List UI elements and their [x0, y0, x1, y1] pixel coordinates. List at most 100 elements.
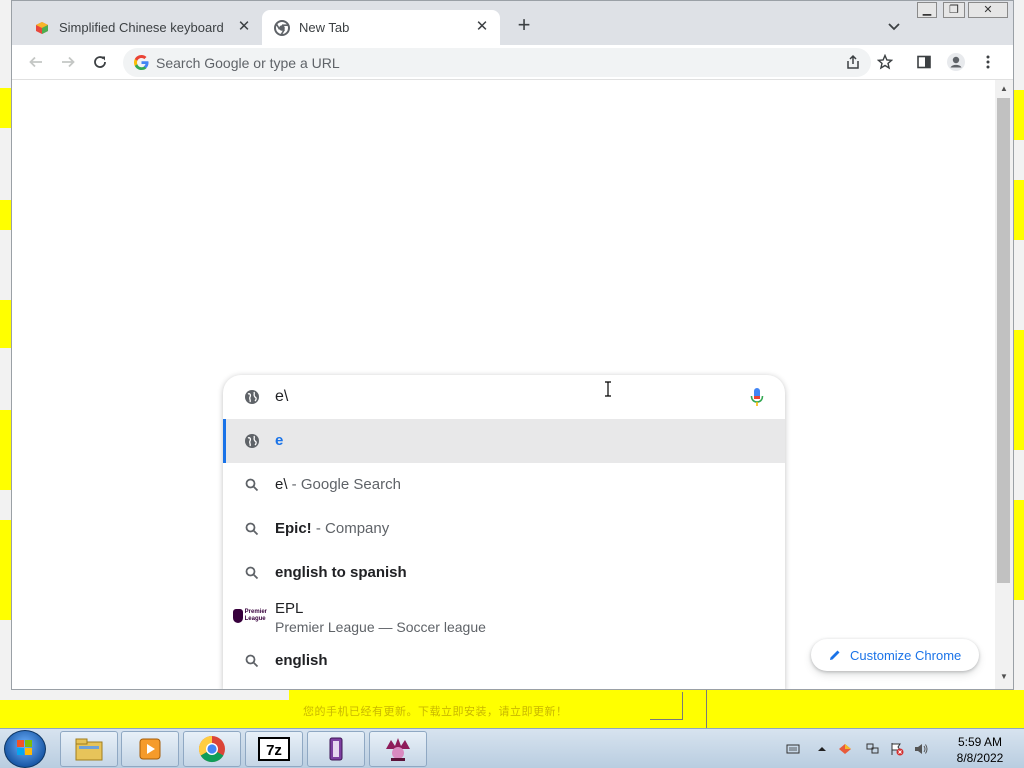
start-button[interactable]	[4, 730, 46, 768]
scroll-up-arrow-icon[interactable]: ▲	[999, 84, 1009, 94]
suggestion-match: english to spanish	[275, 564, 407, 581]
desktop-artifact	[0, 410, 11, 490]
suggestion-row[interactable]: english to spanish	[223, 551, 785, 595]
desktop-artifact	[0, 520, 11, 620]
pencil-icon	[830, 650, 840, 660]
side-panel-icon	[917, 55, 931, 69]
suggestion-text: english	[275, 652, 328, 669]
address-bar-placeholder: Search Google or type a URL	[156, 55, 340, 71]
action-center-warning-icon[interactable]	[890, 742, 904, 756]
side-panel-button[interactable]	[912, 50, 936, 74]
search-icon	[245, 566, 259, 580]
share-button[interactable]	[841, 50, 865, 74]
installer-icon[interactable]	[307, 731, 365, 767]
microphone-icon[interactable]	[749, 387, 765, 407]
suggestion-text: e\ - Google Search	[275, 476, 401, 493]
show-hidden-icons-icon[interactable]	[815, 742, 829, 756]
volume-icon[interactable]	[914, 742, 928, 756]
desktop-artifact	[682, 692, 683, 720]
desktop-artifact	[1014, 330, 1024, 450]
star-icon	[877, 54, 893, 70]
notification-banner[interactable]: 您的手机已经有更新。下载立即安装，请立即更新！	[289, 690, 631, 728]
forward-arrow-icon	[62, 56, 75, 68]
scrollbar-thumb[interactable]	[997, 98, 1010, 583]
desktop-artifact	[1014, 180, 1024, 240]
close-icon[interactable]: ✕	[474, 19, 490, 35]
7zip-icon[interactable]: 7z	[245, 731, 303, 767]
suggestion-text: english to spanish	[275, 564, 407, 581]
address-bar[interactable]: Search Google or type a URL	[123, 48, 871, 77]
clock-date: 8/8/2022	[956, 751, 1004, 765]
clock-time: 5:59 AM	[957, 735, 1003, 749]
search-input[interactable]: e\	[223, 375, 785, 419]
desktop-artifact	[1014, 500, 1024, 600]
minimize-button[interactable]: ▁	[917, 2, 937, 18]
profile-button[interactable]	[944, 50, 968, 74]
forward-button[interactable]	[56, 50, 80, 74]
suggestion-text: Epic! - Company	[275, 520, 389, 537]
desktop-artifact	[650, 719, 683, 720]
tab-new-tab[interactable]: New Tab ✕	[262, 10, 500, 45]
share-icon	[847, 54, 859, 69]
suggestion-description: - Company	[311, 520, 390, 537]
avatar-icon	[947, 53, 965, 71]
maximize-button[interactable]: ❐	[943, 2, 965, 18]
globe-icon	[245, 434, 259, 448]
desktop-artifact	[0, 700, 289, 728]
suggestion-row[interactable]: Epic! - Company	[223, 507, 785, 551]
suggestion-subtitle: Premier League — Soccer league	[275, 619, 486, 635]
file-explorer-icon[interactable]	[60, 731, 118, 767]
google-icon	[134, 55, 149, 70]
toolbar: Search Google or type a URL	[12, 45, 1013, 80]
system-clock[interactable]: 5:59 AM 8/8/2022	[940, 734, 1020, 766]
app-tray-icon[interactable]	[838, 742, 852, 756]
tab-title: Simplified Chinese keyboard	[59, 20, 224, 35]
keyboard-icon[interactable]	[786, 742, 800, 756]
desktop-artifact	[706, 690, 707, 728]
desktop-artifact	[1014, 90, 1024, 140]
search-icon	[245, 654, 259, 668]
desktop-artifact	[0, 88, 11, 128]
tab-title: New Tab	[299, 20, 350, 35]
tab-simplified-chinese-keyboard[interactable]: Simplified Chinese keyboard ✕	[22, 10, 262, 45]
text-cursor-icon	[605, 381, 611, 397]
reload-button[interactable]	[88, 50, 112, 74]
suggestion-row[interactable]: e	[223, 419, 785, 463]
desktop-artifact	[0, 300, 11, 348]
back-button[interactable]	[24, 50, 48, 74]
chrome-icon	[274, 19, 290, 36]
globe-icon	[245, 390, 259, 404]
close-window-button[interactable]: ✕	[968, 2, 1008, 18]
chrome-icon[interactable]	[183, 731, 241, 767]
new-tab-button[interactable]: +	[512, 14, 536, 38]
suggestion-match: Epic!	[275, 520, 312, 537]
windows-logo-icon	[17, 740, 32, 755]
banner-text: 您的手机已经有更新。下载立即安装，请立即更新！	[303, 706, 568, 718]
bookmark-button[interactable]	[873, 50, 897, 74]
suggestion-match: english	[275, 652, 328, 669]
vertical-scrollbar[interactable]: ▲ ▼	[995, 80, 1013, 689]
premier-league-logo: Premier League	[233, 606, 267, 626]
taskbar: 7z 5:59 AM 8/8/2022	[0, 728, 1024, 768]
suggestion-row[interactable]: e\ - Google Search	[223, 463, 785, 507]
kebab-menu-icon	[986, 55, 990, 69]
game-icon[interactable]	[369, 731, 427, 767]
suggestion-description: - Google Search	[287, 476, 401, 493]
search-icon	[245, 478, 259, 492]
media-player-icon[interactable]	[121, 731, 179, 767]
search-icon	[245, 522, 259, 536]
chrome-window: Simplified Chinese keyboard ✕ New Tab ✕ …	[11, 0, 1014, 690]
suggestion-row[interactable]: Premier League EPL Premier League — Socce…	[223, 595, 785, 639]
customize-chrome-button[interactable]: Customize Chrome	[811, 639, 979, 671]
reload-icon	[94, 56, 106, 68]
search-box-dropdown: e\ e e\ - Google Search Epic! - Company …	[223, 375, 785, 689]
close-icon[interactable]: ✕	[236, 19, 252, 35]
tab-strip: Simplified Chinese keyboard ✕ New Tab ✕ …	[12, 1, 1013, 45]
network-icon[interactable]	[866, 742, 880, 756]
scroll-down-arrow-icon[interactable]: ▼	[999, 672, 1009, 682]
back-arrow-icon	[29, 56, 42, 68]
suggestion-row[interactable]: english	[223, 639, 785, 683]
chevron-down-icon[interactable]	[884, 16, 904, 36]
suggestion-title: EPL	[275, 600, 304, 617]
menu-button[interactable]	[976, 50, 1000, 74]
